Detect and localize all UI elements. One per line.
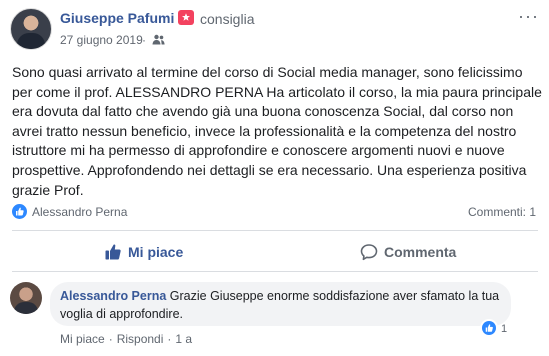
like-button-label: Mi piace bbox=[128, 244, 184, 260]
comment-text-block: Alessandro Perna Grazie Giuseppe enorme … bbox=[60, 287, 500, 323]
post-date[interactable]: 27 giugno 2019 bbox=[60, 33, 143, 47]
comment-icon bbox=[360, 244, 378, 261]
thumbs-up-icon bbox=[105, 244, 121, 260]
comment-author[interactable]: Alessandro Perna bbox=[60, 289, 166, 303]
comment-actions-separator: · bbox=[108, 332, 113, 346]
author-avatar[interactable] bbox=[10, 8, 52, 50]
comment-like-icon[interactable] bbox=[482, 321, 496, 335]
reactor-name[interactable]: Alessandro Perna bbox=[32, 205, 127, 219]
recommend-icon bbox=[178, 10, 194, 25]
comment-button-label: Commenta bbox=[384, 244, 457, 260]
recommendation-text: consiglia bbox=[200, 11, 255, 27]
friends-audience-icon[interactable] bbox=[152, 34, 165, 45]
comment-like-count: 1 bbox=[501, 323, 508, 335]
author-name[interactable]: Giuseppe Pafumi bbox=[60, 10, 174, 26]
comment-like-link[interactable]: Mi piace bbox=[60, 332, 105, 346]
like-button[interactable]: Mi piace bbox=[104, 242, 183, 262]
commenter-avatar[interactable] bbox=[10, 282, 42, 314]
divider bbox=[12, 271, 538, 272]
post-text: Sono quasi arrivato al termine del corso… bbox=[12, 64, 542, 198]
comment-button[interactable]: Commenta bbox=[360, 242, 456, 262]
comment-reply-link[interactable]: Rispondi bbox=[117, 332, 164, 346]
like-reaction-icon[interactable] bbox=[12, 204, 27, 219]
comment-time[interactable]: 1 a bbox=[175, 332, 192, 346]
comment-actions-separator: · bbox=[167, 332, 172, 346]
date-separator: · bbox=[142, 33, 146, 47]
more-options-icon[interactable]: ··· bbox=[518, 7, 539, 25]
comments-count[interactable]: Commenti: 1 bbox=[468, 205, 536, 219]
comment-actions: Mi piace · Rispondi · 1 a bbox=[60, 332, 192, 346]
divider bbox=[12, 230, 538, 231]
